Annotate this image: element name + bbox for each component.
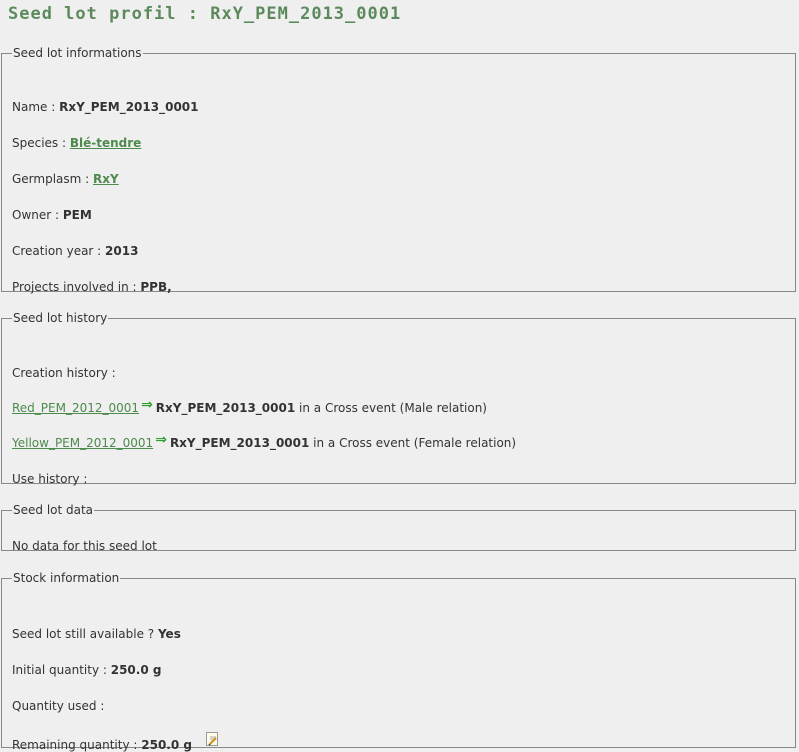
remaining-quantity-label: Remaining quantity :: [12, 738, 138, 752]
name-row: Name : RxY_PEM_2013_0001: [12, 100, 199, 114]
seed-lot-history-section: Seed lot history Creation history : Red_…: [1, 311, 796, 486]
creation-year-row: Creation year : 2013: [12, 244, 138, 258]
remaining-quantity-value: 250.0 g: [141, 738, 192, 752]
availability-label: Seed lot still available ?: [12, 627, 155, 641]
section-legend: Seed lot data: [13, 503, 94, 517]
creation-year-value: 2013: [105, 244, 139, 258]
owner-row: Owner : PEM: [12, 208, 92, 222]
creation-history-label: Creation history :: [12, 366, 116, 380]
section-legend: Stock information: [13, 571, 120, 585]
child-seed-lot: RxY_PEM_2013_0001: [155, 401, 296, 415]
projects-label: Projects involved in :: [12, 280, 137, 294]
seed-lot-informations-section: Seed lot informations Name : RxY_PEM_201…: [1, 46, 796, 294]
name-value: RxY_PEM_2013_0001: [59, 100, 199, 114]
section-legend: Seed lot informations: [13, 46, 142, 60]
page-title: Seed lot profil : RxY_PEM_2013_0001: [8, 4, 402, 24]
event-description: in a Cross event (Female relation): [313, 436, 517, 450]
parent-seed-lot-link[interactable]: Yellow_PEM_2012_0001: [12, 436, 153, 450]
no-data-message: No data for this seed lot: [12, 539, 157, 553]
initial-quantity-value: 250.0 g: [110, 663, 162, 677]
seed-lot-data-section: Seed lot data No data for this seed lot: [1, 503, 796, 553]
species-label: Species :: [12, 136, 67, 150]
availability-value: Yes: [157, 627, 181, 641]
history-event-row: Red_PEM_2012_0001 ⇒ RxY_PEM_2013_0001 in a…: [12, 397, 487, 415]
history-event-row: Yellow_PEM_2012_0001 ⇒ RxY_PEM_2013_0001 i…: [12, 432, 517, 450]
initial-quantity-label: Initial quantity :: [12, 663, 107, 677]
germplasm-row: Germplasm : RxY: [12, 172, 119, 186]
parent-seed-lot-link[interactable]: Red_PEM_2012_0001: [12, 401, 139, 415]
species-link[interactable]: Blé-tendre: [70, 136, 141, 150]
quantity-used-label: Quantity used :: [12, 699, 105, 713]
availability-row: Seed lot still available ? Yes: [12, 627, 181, 641]
right-arrow-icon: ⇒: [141, 397, 153, 413]
stock-information-section: Stock information Seed lot still availab…: [1, 571, 796, 752]
germplasm-link[interactable]: RxY: [93, 172, 119, 186]
owner-label: Owner :: [12, 208, 60, 222]
edit-icon[interactable]: [206, 732, 218, 746]
owner-value: PEM: [62, 208, 92, 222]
creation-year-label: Creation year :: [12, 244, 102, 258]
germplasm-label: Germplasm :: [12, 172, 90, 186]
event-description: in a Cross event (Male relation): [299, 401, 487, 415]
section-legend: Seed lot history: [13, 311, 108, 325]
use-history-label: Use history :: [12, 472, 88, 486]
remaining-quantity-row: Remaining quantity : 250.0 g: [12, 732, 232, 752]
projects-value: PPB,: [140, 280, 172, 294]
initial-quantity-row: Initial quantity : 250.0 g: [12, 663, 161, 677]
species-row: Species : Blé-tendre: [12, 136, 141, 150]
child-seed-lot: RxY_PEM_2013_0001: [169, 436, 310, 450]
name-label: Name :: [12, 100, 56, 114]
right-arrow-icon: ⇒: [155, 432, 167, 448]
projects-row: Projects involved in : PPB,: [12, 280, 172, 294]
